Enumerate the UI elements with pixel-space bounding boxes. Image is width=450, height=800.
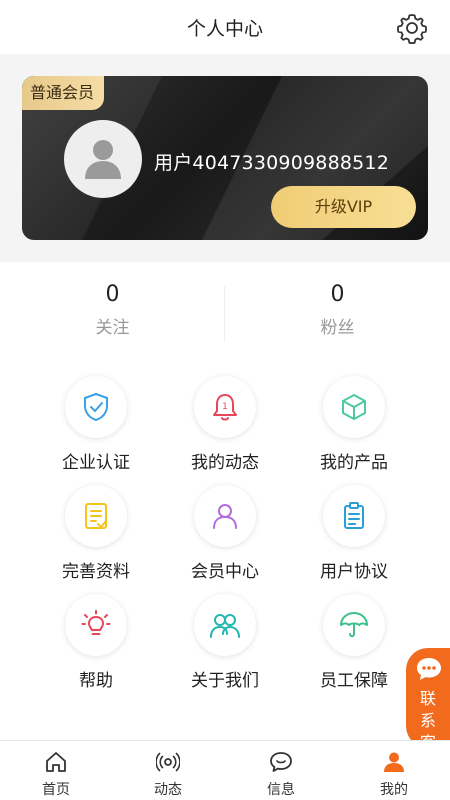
grid-item-help[interactable]: 帮助 xyxy=(21,594,171,691)
grid-label: 完善资料 xyxy=(62,562,130,582)
grid-item-complete-profile[interactable]: 完善资料 xyxy=(21,485,171,582)
following-count: 0 xyxy=(105,282,120,307)
page-title: 个人中心 xyxy=(186,18,263,40)
username: 用户4047330909888512 xyxy=(154,152,390,174)
tab-mine[interactable]: 我的 xyxy=(338,741,450,800)
user-avatar-icon[interactable] xyxy=(64,120,142,198)
tab-label: 我的 xyxy=(380,782,408,798)
svg-text:1: 1 xyxy=(222,402,228,412)
followers-label: 粉丝 xyxy=(320,318,355,338)
grid-item-my-products[interactable]: 我的产品 xyxy=(279,376,429,473)
person-filled-icon xyxy=(384,752,404,772)
tab-home[interactable]: 首页 xyxy=(0,741,112,800)
grid-item-enterprise-verify[interactable]: 企业认证 xyxy=(21,376,171,473)
grid-item-my-activity[interactable]: 1 我的动态 xyxy=(150,376,300,473)
upgrade-vip-button[interactable]: 升级VIP xyxy=(271,186,416,228)
broadcast-icon xyxy=(156,752,180,772)
grid-item-member-center[interactable]: 会员中心 xyxy=(150,485,300,582)
group-icon xyxy=(194,594,256,656)
clipboard-icon xyxy=(323,485,385,547)
document-edit-icon xyxy=(65,485,127,547)
grid-label: 用户协议 xyxy=(320,562,388,582)
stat-following[interactable]: 0 关注 xyxy=(0,282,225,338)
grid-item-user-agreement[interactable]: 用户协议 xyxy=(279,485,429,582)
tab-label: 动态 xyxy=(154,782,182,798)
tab-messages[interactable]: 信息 xyxy=(225,741,337,800)
bell-icon: 1 xyxy=(194,376,256,438)
bottom-tab-bar: 首页 动态 信息 我的 xyxy=(0,740,450,800)
contact-service-button[interactable]: 联系客 xyxy=(406,648,450,752)
tab-label: 首页 xyxy=(42,782,70,798)
grid-label: 我的动态 xyxy=(191,453,259,473)
top-bar: 个人中心 xyxy=(0,0,450,54)
grid-label: 会员中心 xyxy=(191,562,259,582)
main-content: 0 关注 0 粉丝 企业认证 1 我的动态 我的产品 完善资料 会员中心 用户协… xyxy=(0,262,450,740)
grid-label: 关于我们 xyxy=(191,671,259,691)
member-card[interactable]: 普通会员 用户4047330909888512 升级VIP xyxy=(22,76,428,240)
grid-item-about-us[interactable]: 关于我们 xyxy=(150,594,300,691)
following-label: 关注 xyxy=(95,318,130,338)
lightbulb-icon xyxy=(65,594,127,656)
member-card-section: 普通会员 用户4047330909888512 升级VIP xyxy=(0,54,450,262)
followers-count: 0 xyxy=(330,282,345,307)
cube-icon xyxy=(323,376,385,438)
person-icon xyxy=(194,485,256,547)
umbrella-icon xyxy=(323,594,385,656)
stat-followers[interactable]: 0 粉丝 xyxy=(225,282,450,338)
gear-icon[interactable] xyxy=(396,12,428,45)
shield-check-icon xyxy=(65,376,127,438)
home-icon xyxy=(46,752,66,772)
grid-label: 企业认证 xyxy=(62,453,130,473)
message-icon xyxy=(270,752,292,772)
member-level-badge: 普通会员 xyxy=(22,76,105,110)
grid-label: 帮助 xyxy=(79,671,113,691)
grid-label: 我的产品 xyxy=(320,453,388,473)
chat-bubble-icon xyxy=(417,658,441,680)
tab-activity[interactable]: 动态 xyxy=(112,741,224,800)
tab-label: 信息 xyxy=(267,782,295,798)
